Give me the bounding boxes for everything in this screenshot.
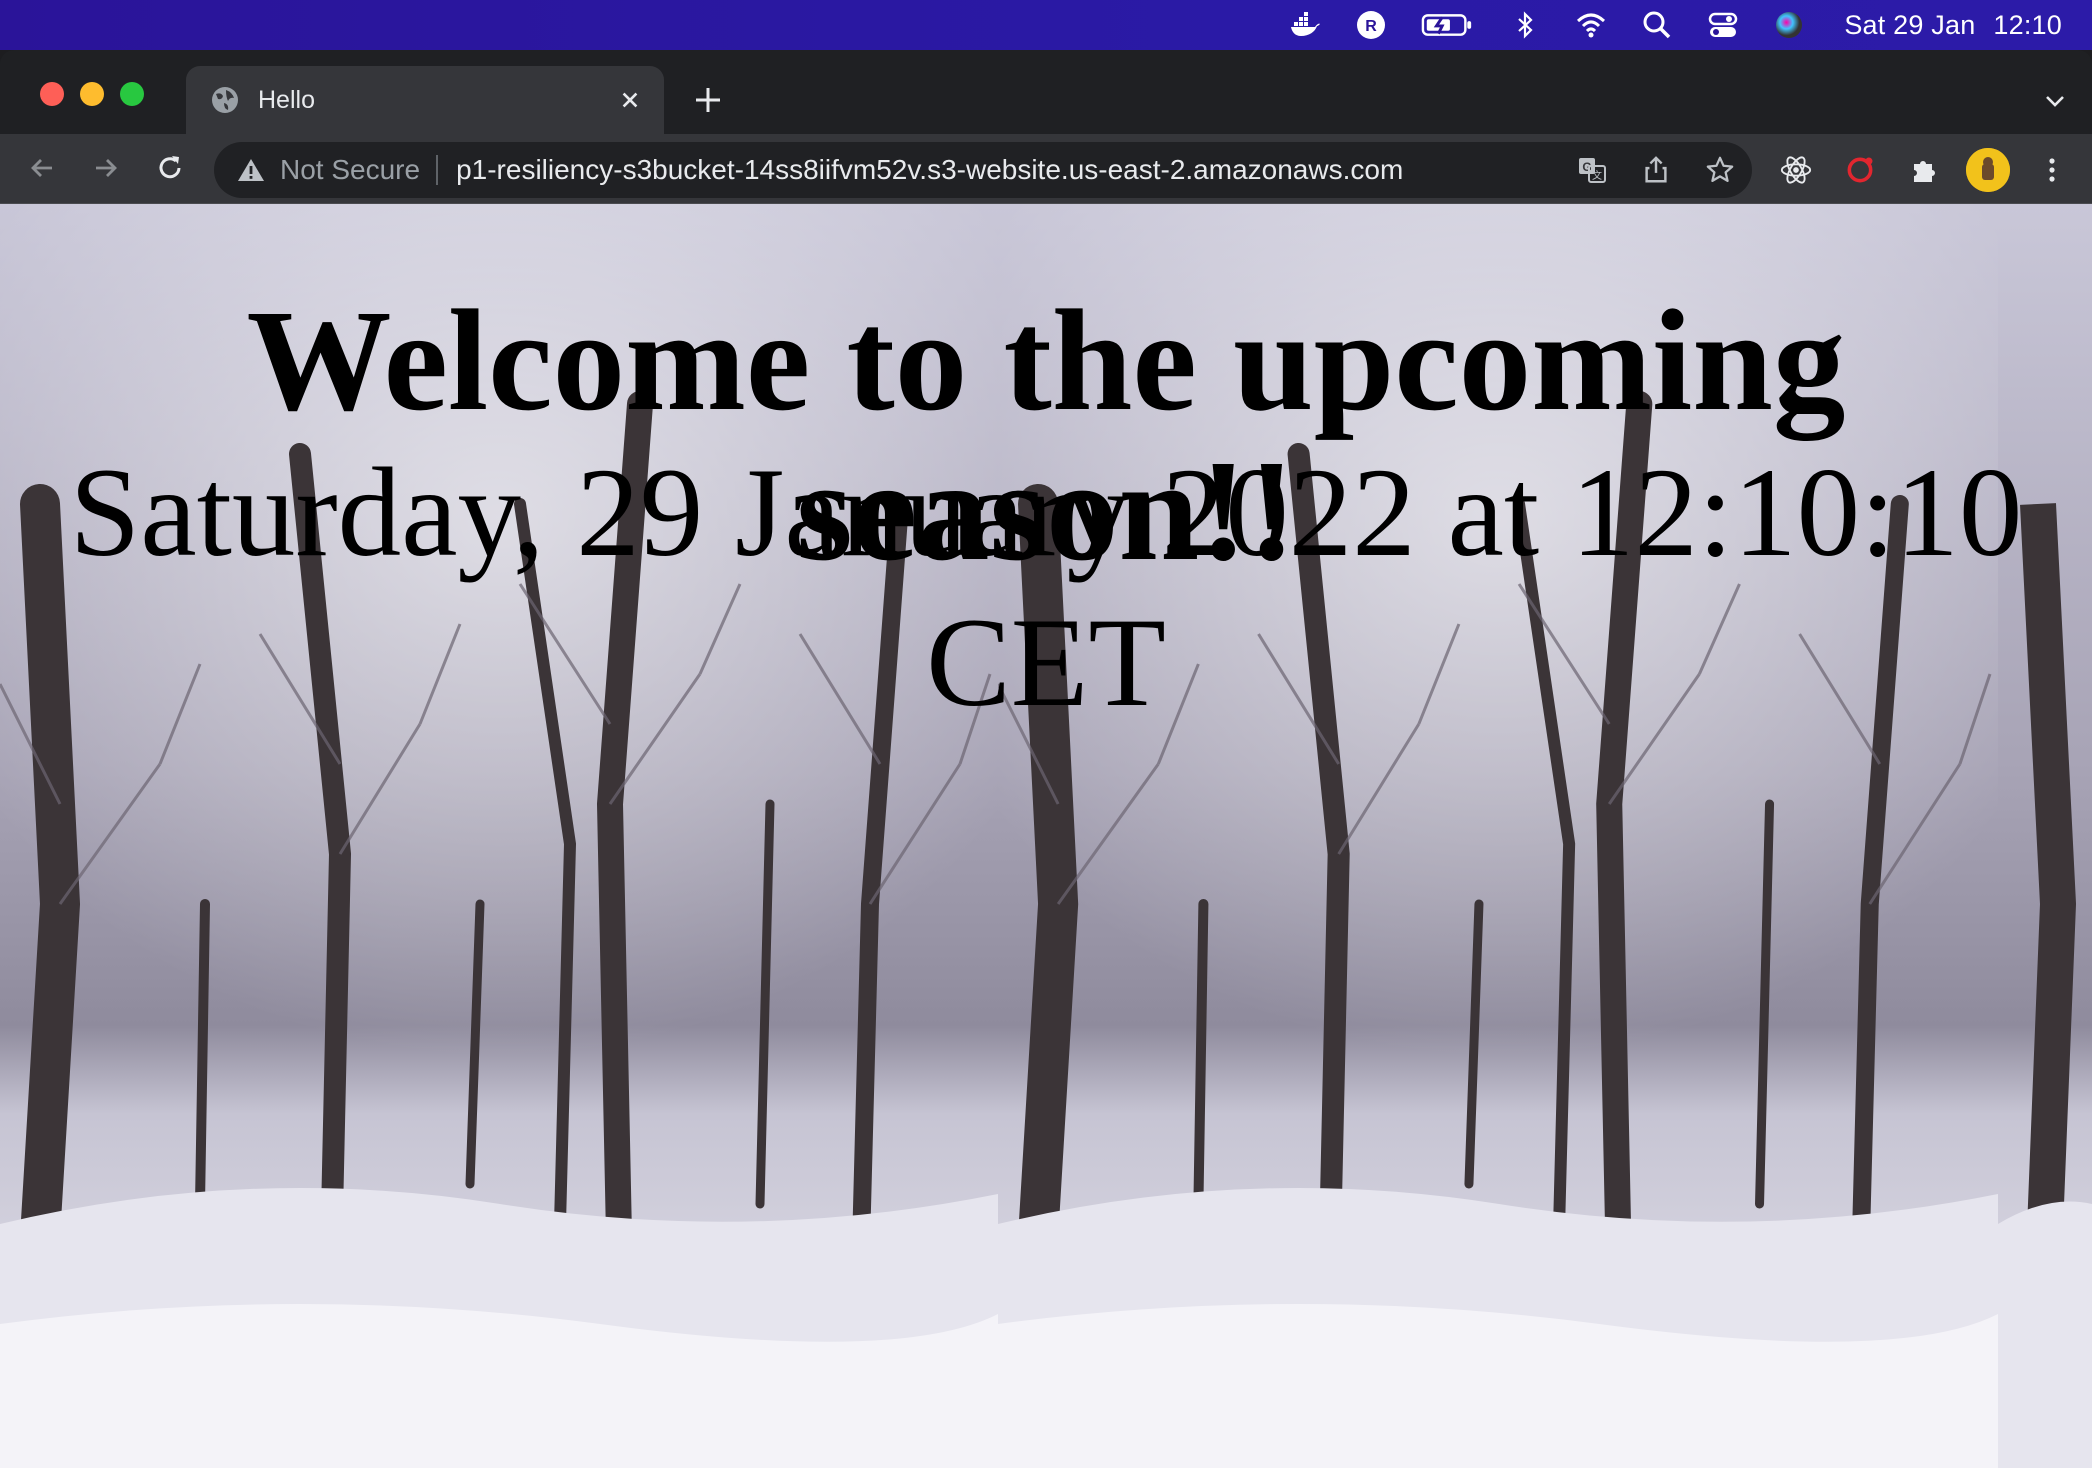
svg-text:文: 文 (1592, 169, 1602, 182)
wifi-icon[interactable] (1574, 8, 1608, 42)
docker-icon[interactable] (1288, 8, 1322, 42)
tab-hello[interactable]: Hello (186, 66, 664, 134)
minimize-window-button[interactable] (80, 82, 104, 106)
profile-avatar[interactable] (1966, 148, 2010, 192)
react-devtools-icon[interactable] (1774, 148, 1818, 192)
close-window-button[interactable] (40, 82, 64, 106)
address-bar[interactable]: Not Secure p1-resiliency-s3bucket-14ss8i… (214, 142, 1752, 198)
macos-menu-bar: R Sat 29 Jan 12:10 (0, 0, 2092, 50)
tab-strip: Hello (0, 50, 2092, 134)
tab-search-chevron-icon[interactable] (2040, 86, 2070, 116)
address-separator (436, 155, 439, 185)
zoom-window-button[interactable] (120, 82, 144, 106)
back-arrow-icon[interactable] (22, 148, 62, 188)
extensions-puzzle-icon[interactable] (1902, 148, 1946, 192)
opera-extension-icon[interactable] (1838, 148, 1882, 192)
battery-charging-icon[interactable] (1420, 8, 1476, 42)
forward-arrow-icon[interactable] (86, 148, 126, 188)
new-tab-plus-icon[interactable] (690, 82, 726, 118)
share-icon[interactable] (1624, 142, 1688, 198)
bluetooth-icon[interactable] (1508, 8, 1542, 42)
control-center-icon[interactable] (1706, 8, 1740, 42)
tab-title: Hello (258, 85, 315, 114)
svg-text:R: R (1366, 18, 1378, 35)
spotlight-search-icon[interactable] (1640, 8, 1674, 42)
security-status-label[interactable]: Not Secure (280, 154, 420, 186)
url-text[interactable]: p1-resiliency-s3bucket-14ss8iifvm52v.s3-… (456, 154, 1403, 186)
r-app-icon[interactable]: R (1354, 8, 1388, 42)
siri-icon[interactable] (1772, 8, 1806, 42)
browser-toolbar: Not Secure p1-resiliency-s3bucket-14ss8i… (0, 134, 2092, 204)
menu-bar-date: Sat 29 Jan (1844, 9, 1976, 40)
menu-bar-time: 12:10 (1993, 9, 2062, 40)
current-datetime: Saturday, 29 January 2022 at 12:10:10 CE… (69, 443, 2023, 733)
translate-icon[interactable]: G文 (1560, 142, 1624, 198)
page-content: Welcome to the upcoming season!! Saturda… (0, 204, 2092, 1468)
address-bar-actions: G文 (1560, 142, 1752, 198)
close-tab-icon[interactable] (614, 84, 646, 116)
browser-menu-kebab-icon[interactable] (2030, 148, 2074, 192)
menu-bar-clock[interactable]: Sat 29 Jan 12:10 (1844, 10, 2062, 41)
reload-icon[interactable] (150, 148, 190, 188)
warning-triangle-icon[interactable] (236, 155, 266, 185)
globe-icon (212, 87, 238, 113)
browser-window: Hello Not Secure p1-resiliency-s3bucket-… (0, 50, 2092, 1468)
bookmark-star-icon[interactable] (1688, 142, 1752, 198)
